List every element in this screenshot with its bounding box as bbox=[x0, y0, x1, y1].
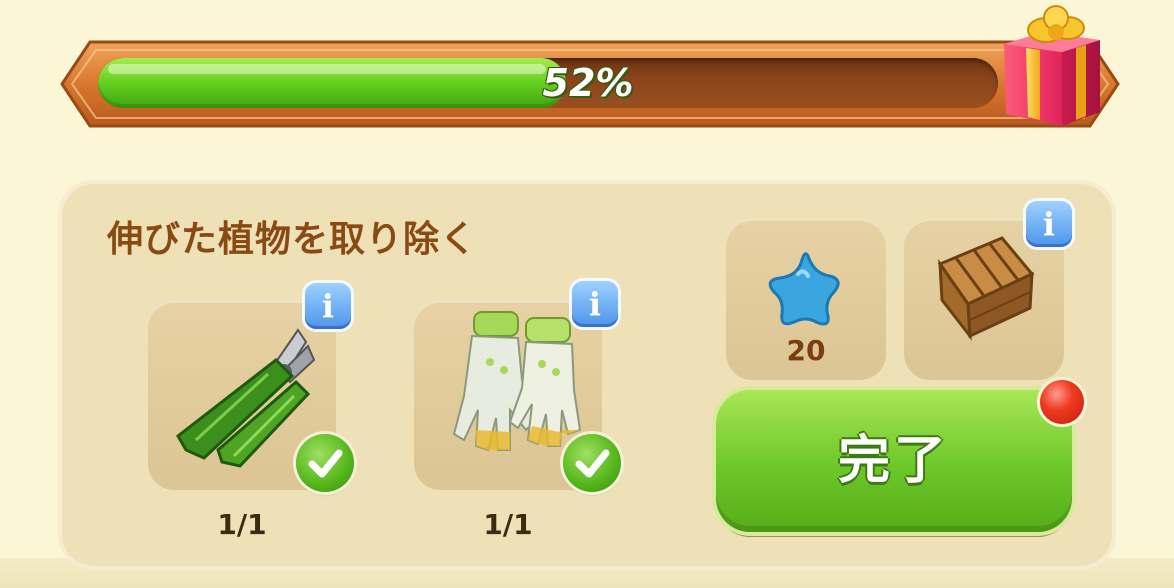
task-title: 伸びた植物を取り除く bbox=[107, 219, 478, 260]
info-button-crate[interactable]: i bbox=[1026, 201, 1072, 247]
progress-shine bbox=[108, 64, 546, 74]
progress-percent: 52% bbox=[542, 61, 634, 105]
check-badge-gloves bbox=[563, 434, 621, 492]
reward-amount-star: 20 bbox=[786, 334, 826, 367]
complete-button[interactable]: 完了 bbox=[716, 390, 1072, 532]
check-badge-shears bbox=[296, 434, 354, 492]
info-button-gloves[interactable]: i bbox=[572, 281, 618, 327]
item-count-gloves: 1/1 bbox=[483, 508, 533, 541]
item-count-shears: 1/1 bbox=[217, 508, 267, 541]
gift-box-icon[interactable] bbox=[996, 0, 1108, 130]
checkmark-icon bbox=[575, 449, 610, 478]
notification-dot bbox=[1040, 380, 1084, 424]
checkmark-icon bbox=[308, 449, 343, 478]
info-button-shears[interactable]: i bbox=[305, 283, 351, 329]
